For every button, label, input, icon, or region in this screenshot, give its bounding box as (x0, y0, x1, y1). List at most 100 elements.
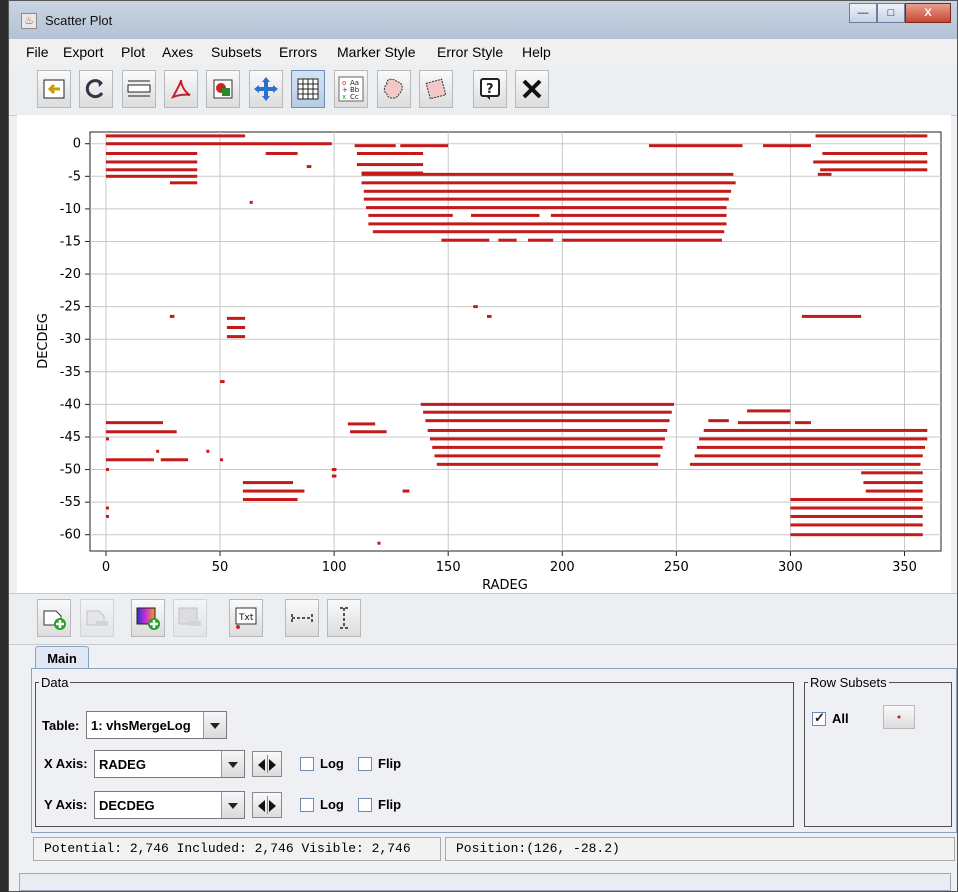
data-point-run (105, 468, 109, 472)
title-button[interactable] (122, 70, 156, 108)
zoom-pan-button[interactable] (249, 70, 283, 108)
data-point-run (822, 152, 928, 156)
y-tick-label: -5 (68, 169, 81, 184)
data-point-run (865, 489, 923, 493)
draw-subset-button[interactable] (377, 70, 411, 108)
tab-strip: Main (9, 643, 957, 670)
menu-error-style[interactable]: Error Style (437, 44, 503, 60)
minimize-button[interactable]: — (849, 3, 877, 23)
maximize-button[interactable]: □ (877, 3, 905, 23)
grid-toggle-button[interactable] (291, 70, 325, 108)
x-axis-select-value: RADEG (99, 757, 146, 772)
menu-help[interactable]: Help (522, 44, 551, 60)
data-point-run (747, 409, 791, 413)
replot-icon (85, 79, 104, 99)
help-button[interactable]: ? (473, 70, 507, 108)
y-tick-label: -10 (60, 202, 81, 217)
y-flip-checkbox[interactable] (358, 798, 372, 812)
y-axis-prev-next-button[interactable] (252, 792, 282, 818)
data-point-run (471, 213, 540, 217)
data-point-run (368, 213, 453, 217)
data-point-run (790, 523, 923, 527)
image-export-button[interactable] (206, 70, 240, 108)
table-select[interactable]: 1: vhsMergeLog (86, 711, 227, 739)
all-subset-checkbox[interactable] (812, 710, 826, 726)
java-app-icon: ♨ (21, 13, 37, 29)
subset-marker-style-button[interactable] (883, 705, 915, 729)
counts-status: Potential: 2,746 Included: 2,746 Visible… (33, 837, 441, 861)
menu-file[interactable]: File (26, 44, 49, 60)
y-tick-label: -25 (60, 300, 81, 315)
y-tick-label: -35 (60, 365, 81, 380)
x-log-checkbox[interactable] (300, 757, 314, 771)
y-axis-select[interactable]: DECDEG (94, 791, 245, 819)
data-point-run (427, 428, 668, 432)
table-select-value: 1: vhsMergeLog (91, 718, 191, 733)
menu-errors[interactable]: Errors (279, 44, 317, 60)
y-log-label: Log (320, 797, 344, 812)
data-point-run (105, 514, 109, 518)
x-axis-prev-next-button[interactable] (252, 751, 282, 777)
remove-aux-axis-button[interactable] (173, 599, 207, 637)
x-axis-select[interactable]: RADEG (94, 750, 245, 778)
y-tick-label: 0 (73, 137, 81, 152)
data-point-run (498, 238, 517, 242)
pdf-export-button[interactable] (164, 70, 198, 108)
close-icon (522, 79, 542, 99)
chevron-down-icon[interactable] (221, 792, 244, 818)
data-point-run (861, 471, 923, 475)
data-panel-legend: Data (41, 675, 69, 690)
y-tick-label: -60 (60, 528, 81, 543)
add-text-label-button[interactable]: Txt (229, 599, 263, 637)
x-error-bar-button[interactable] (285, 599, 319, 637)
menu-bar: File Export Plot Axes Subsets Errors Mar… (9, 39, 957, 66)
scatter-plot[interactable]: 0 50 100 150 200 250 300 350 0 -5 -10 -15 -20 -25 -30 -… (17, 115, 951, 593)
row-subsets-panel: Row Subsets All (804, 675, 952, 827)
data-point-run (790, 506, 923, 510)
x-axis-label: RADEG (482, 578, 528, 593)
x-flip-checkbox[interactable] (358, 757, 372, 771)
data-point-run (562, 230, 725, 234)
chevron-down-icon[interactable] (221, 751, 244, 777)
menu-subsets[interactable]: Subsets (211, 44, 262, 60)
y-error-bar-button[interactable] (327, 599, 361, 637)
remove-dataset-button[interactable] (80, 599, 114, 637)
plot-area[interactable]: 0 50 100 150 200 250 300 350 0 -5 -10 -15 -20 -25 -30 -… (17, 115, 951, 593)
data-point-run (696, 445, 926, 449)
close-window-button[interactable]: X (905, 3, 951, 23)
row-subsets-legend: Row Subsets (810, 675, 887, 690)
data-point-run (813, 160, 928, 164)
scatter-plot-window: ♨ Scatter Plot — □ X File Export Plot Ax… (8, 0, 958, 892)
menu-plot[interactable]: Plot (121, 44, 145, 60)
close-plot-button[interactable] (515, 70, 549, 108)
y-tick-label: -55 (60, 495, 81, 510)
position-status: Position:(126, -28.2) (445, 837, 955, 861)
x-tick-label: 350 (892, 560, 917, 575)
menu-axes[interactable]: Axes (162, 44, 193, 60)
tab-main[interactable]: Main (35, 646, 89, 670)
data-point-run (820, 168, 928, 172)
data-point-run (160, 458, 189, 462)
data-point-run (356, 163, 424, 167)
data-point-run (699, 437, 928, 441)
chevron-down-icon[interactable] (203, 712, 226, 738)
menu-marker-style[interactable]: Marker Style (337, 44, 416, 60)
data-point-run (817, 172, 832, 176)
add-dataset-button[interactable] (37, 599, 71, 637)
import-button[interactable] (37, 70, 71, 108)
data-point-run (703, 428, 928, 432)
window-controls: — □ X (849, 3, 951, 25)
title-icon (127, 80, 151, 97)
y-flip-label: Flip (378, 797, 402, 812)
add-aux-axis-button[interactable] (131, 599, 165, 637)
y-log-checkbox[interactable] (300, 798, 314, 812)
rectangle-subset-button[interactable] (419, 70, 453, 108)
replot-button[interactable] (79, 70, 113, 108)
legend-button[interactable]: o Aa + Bb x Cc (334, 70, 368, 108)
data-point-run (815, 134, 928, 138)
data-point-run (105, 160, 198, 164)
data-point-run (432, 445, 663, 449)
data-point-run (105, 458, 154, 462)
menu-export[interactable]: Export (63, 44, 103, 60)
x-tick-label: 100 (322, 560, 347, 575)
